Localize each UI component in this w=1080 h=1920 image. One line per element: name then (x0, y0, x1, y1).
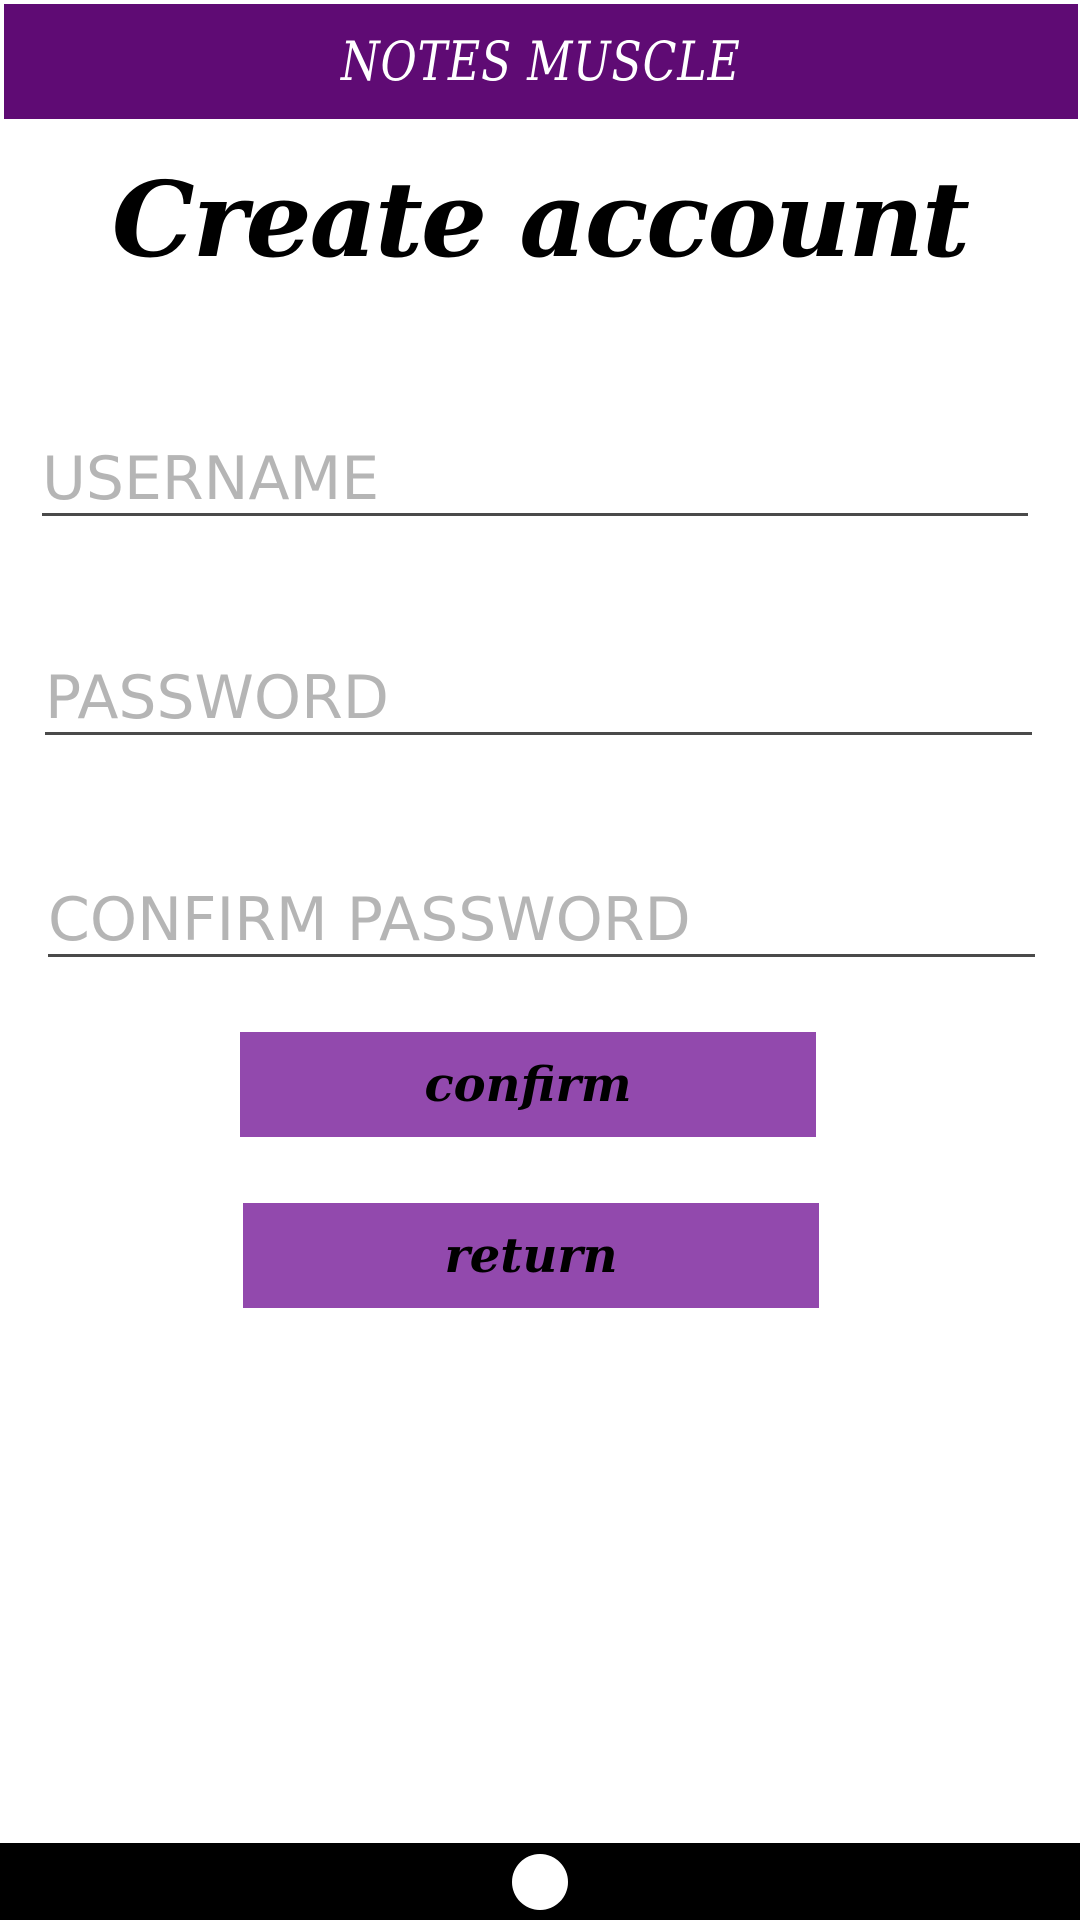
app-bar: NOTES MUSCLE (4, 4, 1078, 119)
home-circle-icon[interactable] (512, 1853, 568, 1910)
password-input[interactable] (45, 663, 1032, 732)
create-account-screen: NOTES MUSCLE Create account confirm retu… (0, 0, 1080, 1920)
confirm-button-label: confirm (424, 1056, 632, 1113)
return-button[interactable]: return (243, 1203, 819, 1308)
confirm-button[interactable]: confirm (240, 1032, 816, 1137)
app-title: NOTES MUSCLE (341, 29, 741, 93)
confirm-password-input[interactable] (48, 885, 1035, 954)
system-nav-bar (0, 1843, 1080, 1920)
username-input[interactable] (42, 444, 1028, 513)
confirm-password-field (48, 885, 1035, 957)
page-title: Create account (111, 158, 970, 281)
return-button-label: return (444, 1227, 618, 1284)
username-field (42, 444, 1028, 516)
password-field (45, 663, 1032, 735)
